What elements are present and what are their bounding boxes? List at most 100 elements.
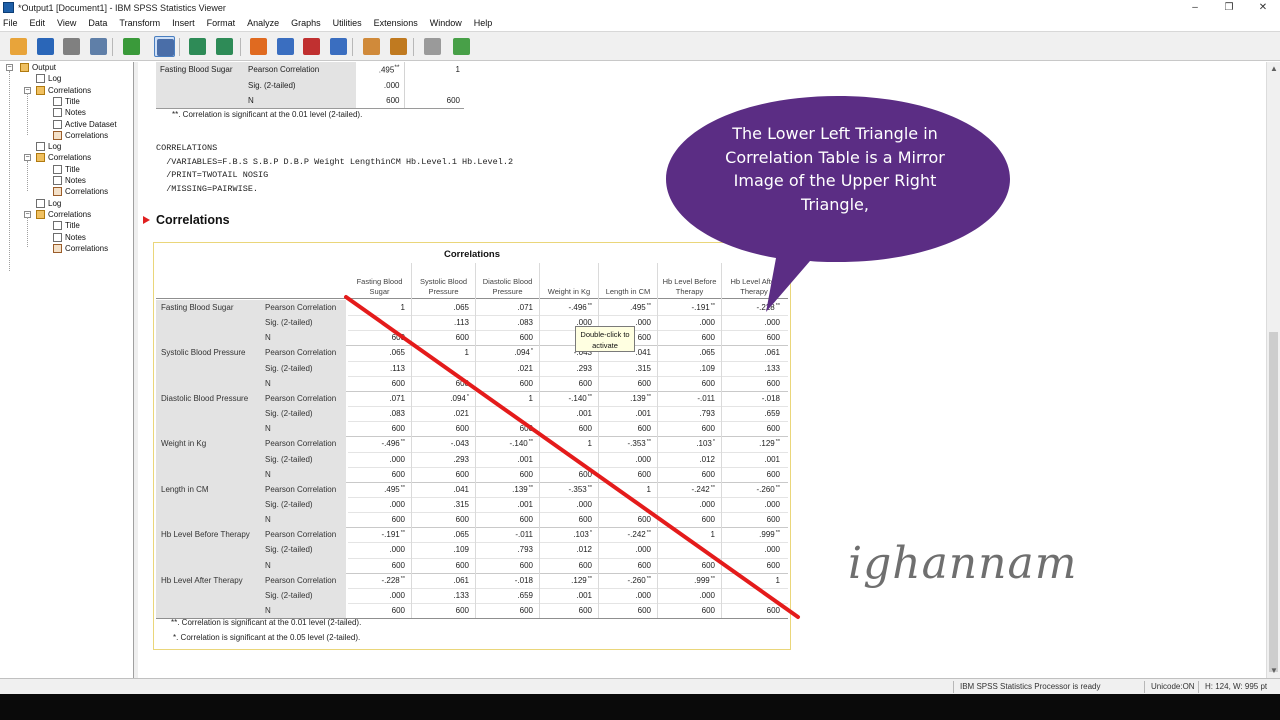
correlation-cell: 600 [578, 515, 592, 525]
correlation-cell: 600 [519, 560, 533, 570]
print-button[interactable] [61, 36, 82, 57]
correlation-cell: 600 [391, 515, 405, 525]
correlation-cell: 600 [391, 560, 405, 570]
outline-item-correlations[interactable]: Correlations [36, 152, 91, 163]
scroll-up-icon[interactable]: ▲ [1267, 62, 1280, 76]
menu-insert[interactable]: Insert [172, 18, 195, 28]
menu-format[interactable]: Format [207, 18, 236, 28]
menu-help[interactable]: Help [474, 18, 493, 28]
goto-data-button[interactable] [248, 36, 269, 57]
close-button[interactable]: ✕ [1246, 0, 1280, 15]
print-preview-icon [90, 38, 107, 55]
vertical-scrollbar[interactable]: ▲ ▼ [1266, 62, 1280, 678]
outline-item-output[interactable]: Output [20, 62, 56, 73]
outline-item-label: Notes [65, 232, 86, 242]
menu-window[interactable]: Window [430, 18, 462, 28]
correlation-cell: .071 [389, 393, 405, 403]
save-icon [37, 38, 54, 55]
outline-item-correlations[interactable]: Correlations [53, 186, 108, 197]
stat-label: N [265, 606, 271, 615]
hide-button[interactable] [422, 36, 443, 57]
correlation-cell: 600 [519, 515, 533, 525]
document-icon [53, 232, 62, 242]
outline-item-label: Log [48, 198, 62, 208]
minimize-button[interactable]: – [1178, 0, 1212, 15]
correlation-cell: .001 [576, 409, 592, 419]
book-icon [20, 63, 29, 72]
correlation-cell: .001 [517, 454, 533, 464]
outline-item-correlations[interactable]: Correlations [53, 243, 108, 254]
top-table-footnote: **. Correlation is significant at the 0.… [172, 110, 363, 119]
scroll-down-icon[interactable]: ▼ [1267, 664, 1280, 678]
correlation-cell: 1 [400, 303, 405, 312]
correlation-cell: 600 [637, 560, 651, 570]
correlation-cell: .793 [517, 545, 533, 555]
toolbar-separator [112, 38, 113, 56]
correlation-cell: 1 [646, 484, 651, 494]
correlation-cell: .001 [517, 499, 533, 509]
add-button[interactable] [451, 36, 472, 57]
outline-item-log[interactable]: Log [36, 141, 61, 152]
redo-button[interactable] [214, 36, 235, 57]
outline-item-notes[interactable]: Notes [53, 175, 86, 186]
menu-utilities[interactable]: Utilities [333, 18, 362, 28]
undo-icon [189, 38, 206, 55]
stat-label: Sig. (2-tailed) [265, 499, 313, 509]
outline-item-correlations[interactable]: Correlations [36, 85, 91, 96]
document-icon [36, 142, 45, 152]
menu-extensions[interactable]: Extensions [374, 18, 418, 28]
column-divider [475, 263, 476, 619]
save-button[interactable] [35, 36, 56, 57]
goto-case-button[interactable] [275, 36, 296, 57]
collapse-icon[interactable]: − [6, 64, 13, 71]
correlation-cell: 600 [701, 515, 715, 525]
menu-data[interactable]: Data [88, 18, 107, 28]
outline-item-notes[interactable]: Notes [53, 107, 86, 118]
row-divider [348, 375, 788, 377]
variables-button[interactable] [328, 36, 349, 57]
outline-item-correlations[interactable]: Correlations [36, 209, 91, 220]
table-row: Fasting Blood Sugar Pearson Correlation .4… [156, 62, 464, 78]
menu-graphs[interactable]: Graphs [291, 18, 321, 28]
document-icon [53, 221, 62, 231]
outline-item-log[interactable]: Log [36, 73, 61, 84]
column-divider [539, 263, 540, 619]
print-preview-button[interactable] [88, 36, 109, 57]
correlation-cell: 600 [578, 606, 592, 615]
export-button[interactable] [121, 36, 142, 57]
correlation-cell: .094* [450, 393, 469, 403]
status-bar: IBM SPSS Statistics Processor is ready U… [0, 678, 1280, 694]
correlation-cell: 600 [455, 424, 469, 434]
outline-item-active-dataset[interactable]: Active Dataset [53, 119, 117, 130]
correlation-cell: .293 [453, 454, 469, 464]
insert-output-button[interactable] [388, 36, 409, 57]
outline-item-title[interactable]: Title [53, 164, 80, 175]
outline-item-notes[interactable]: Notes [53, 232, 86, 243]
correlation-cell: .071 [517, 303, 533, 312]
menu-edit[interactable]: Edit [30, 18, 46, 28]
correlation-cell: .065 [453, 530, 469, 540]
undo-button[interactable] [187, 36, 208, 57]
outline-item-title[interactable]: Title [53, 220, 80, 231]
outline-item-correlations[interactable]: Correlations [53, 130, 108, 141]
scroll-thumb[interactable] [1269, 332, 1278, 672]
top-partial-table[interactable]: Fasting Blood Sugar Pearson Correlation .4… [156, 62, 464, 109]
menu-analyze[interactable]: Analyze [247, 18, 279, 28]
goto-variable-button[interactable] [301, 36, 322, 57]
correlation-cell: -.353** [627, 439, 651, 449]
outline-item-log[interactable]: Log [36, 198, 61, 209]
menu-view[interactable]: View [57, 18, 76, 28]
red-arrow-icon [143, 216, 150, 224]
menu-transform[interactable]: Transform [119, 18, 160, 28]
row-divider [348, 557, 788, 559]
restore-button[interactable]: ❐ [1212, 0, 1246, 15]
show-all-button[interactable] [361, 36, 382, 57]
outline-item-title[interactable]: Title [53, 96, 80, 107]
stat-label: Pearson Correlation [265, 484, 337, 494]
open-button[interactable] [8, 36, 29, 57]
recall-dialog-button[interactable] [154, 36, 175, 57]
correlation-cell: 600 [578, 560, 592, 570]
column-header-fasting-blood-sugar: Fasting Blood Sugar [356, 277, 403, 296]
table-icon [53, 187, 62, 197]
menu-file[interactable]: File [3, 18, 18, 28]
